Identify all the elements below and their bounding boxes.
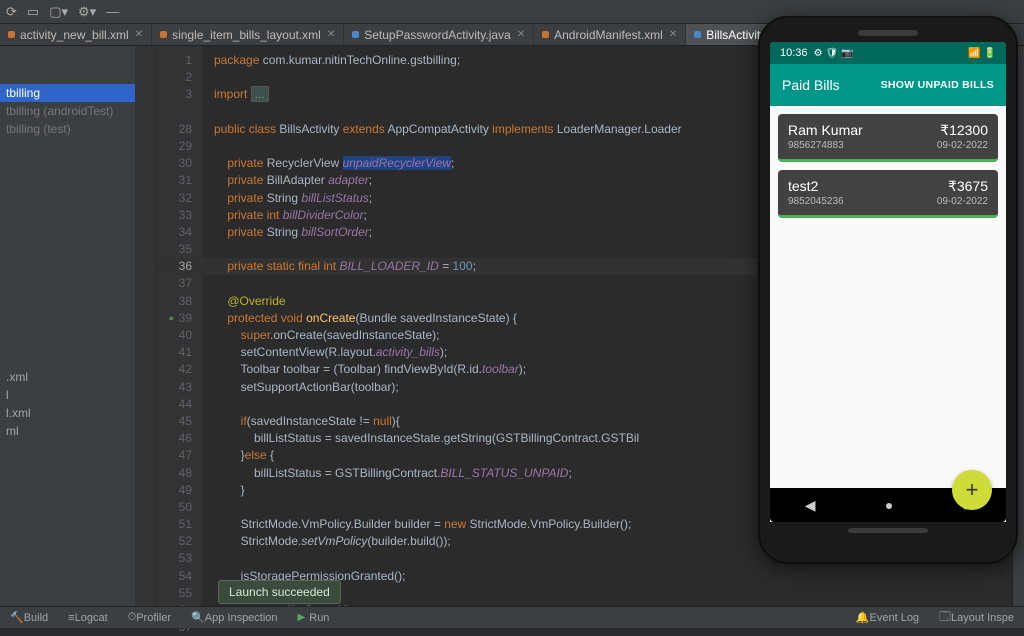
close-icon[interactable]: ✕ [327,29,335,40]
event-log-tab[interactable]: 🔔 Event Log [846,608,929,627]
layout-inspector-tab[interactable]: 🗔 Layout Inspe [929,608,1024,627]
file-icon [694,31,701,38]
run-tab[interactable]: ▶Run [288,612,340,624]
emulator-frame: 10:36 ⚙🛡📷 📶🔋 Paid Bills SHOW UNPAID BILL… [758,16,1018,564]
toggle-unpaid-action[interactable]: SHOW UNPAID BILLS [881,79,994,91]
close-icon[interactable]: ✕ [517,29,525,40]
app-title: Paid Bills [782,77,840,93]
tab-label: single_item_bills_layout.xml [172,28,321,42]
phone-notch [858,30,918,36]
breakpoint-gutter[interactable] [135,46,157,606]
sidebar-item[interactable]: l [0,386,135,404]
sync-icon[interactable]: ⟳ [6,4,17,20]
tab-androidmanifest-xml[interactable]: AndroidManifest.xml ✕ [534,24,686,45]
tab-single_item_bills_layout-xml[interactable]: single_item_bills_layout.xml ✕ [152,24,344,45]
select-icon[interactable]: ▭ [27,4,39,20]
sidebar-item[interactable]: tbilling [0,84,135,102]
close-icon[interactable]: ✕ [669,29,677,40]
tab-activity_new_bill-xml[interactable]: activity_new_bill.xml ✕ [0,24,152,45]
bill-list[interactable]: Ram Kumar₹12300985627488309-02-2022test2… [770,106,1006,488]
bottom-toolbar: 🔨 Build ≡ Logcat ⏱ Profiler 🔍 App Inspec… [0,606,1024,628]
line-gutter[interactable]: 1232829303132333435363738394041424344454… [157,46,202,606]
tab-label: SetupPasswordActivity.java [364,28,511,42]
build-tab[interactable]: 🔨 Build [0,611,58,624]
phone-homebar [848,528,928,533]
gear-icon[interactable]: ⚙▾ [78,4,96,20]
sidebar-item[interactable]: .xml [0,368,135,386]
avd-icon[interactable]: ▢▾ [49,4,68,20]
bill-name: test2 [788,178,818,195]
file-icon [8,31,15,38]
tab-label: AndroidManifest.xml [554,28,663,42]
tab-setuppasswordactivity-java[interactable]: SetupPasswordActivity.java ✕ [344,24,534,45]
profiler-tab[interactable]: ⏱ Profiler [118,611,181,624]
file-icon [542,31,549,38]
separator-icon: — [106,4,119,19]
bill-name: Ram Kumar [788,122,863,139]
close-icon[interactable]: ✕ [135,29,143,40]
sidebar-item[interactable]: l.xml [0,404,135,422]
bill-card[interactable]: test2 ₹3675 9852045236 09-02-2022 [778,170,998,218]
app-bar: Paid Bills SHOW UNPAID BILLS [770,64,1006,106]
sidebar-item[interactable]: tbilling (androidTest) [0,102,135,120]
logcat-tab[interactable]: ≡ Logcat [58,612,117,624]
emulator-screen[interactable]: 10:36 ⚙🛡📷 📶🔋 Paid Bills SHOW UNPAID BILL… [770,42,1006,522]
bill-date: 09-02-2022 [937,196,988,207]
bill-amount: ₹3675 [948,178,988,195]
bill-phone: 9852045236 [788,196,844,207]
home-button[interactable]: ● [885,497,893,513]
sidebar-item[interactable]: tbilling (test) [0,120,135,138]
bill-card[interactable]: Ram Kumar ₹12300 9856274883 09-02-2022 [778,114,998,162]
tab-label: activity_new_bill.xml [20,28,129,42]
back-button[interactable]: ◀ [805,497,816,514]
status-bar: 10:36 ⚙🛡📷 📶🔋 [770,42,1006,64]
add-bill-fab[interactable]: + [952,470,992,510]
launch-toast: Launch succeeded [218,580,341,604]
sidebar-item[interactable]: ml [0,422,135,440]
bill-phone: 9856274883 [788,140,844,151]
bill-amount: ₹12300 [940,122,988,139]
file-icon [352,31,359,38]
file-icon [160,31,167,38]
app-inspection-tab[interactable]: 🔍 App Inspection [181,611,287,624]
project-sidebar: tbillingtbilling (androidTest)tbilling (… [0,46,135,606]
bill-date: 09-02-2022 [937,140,988,151]
